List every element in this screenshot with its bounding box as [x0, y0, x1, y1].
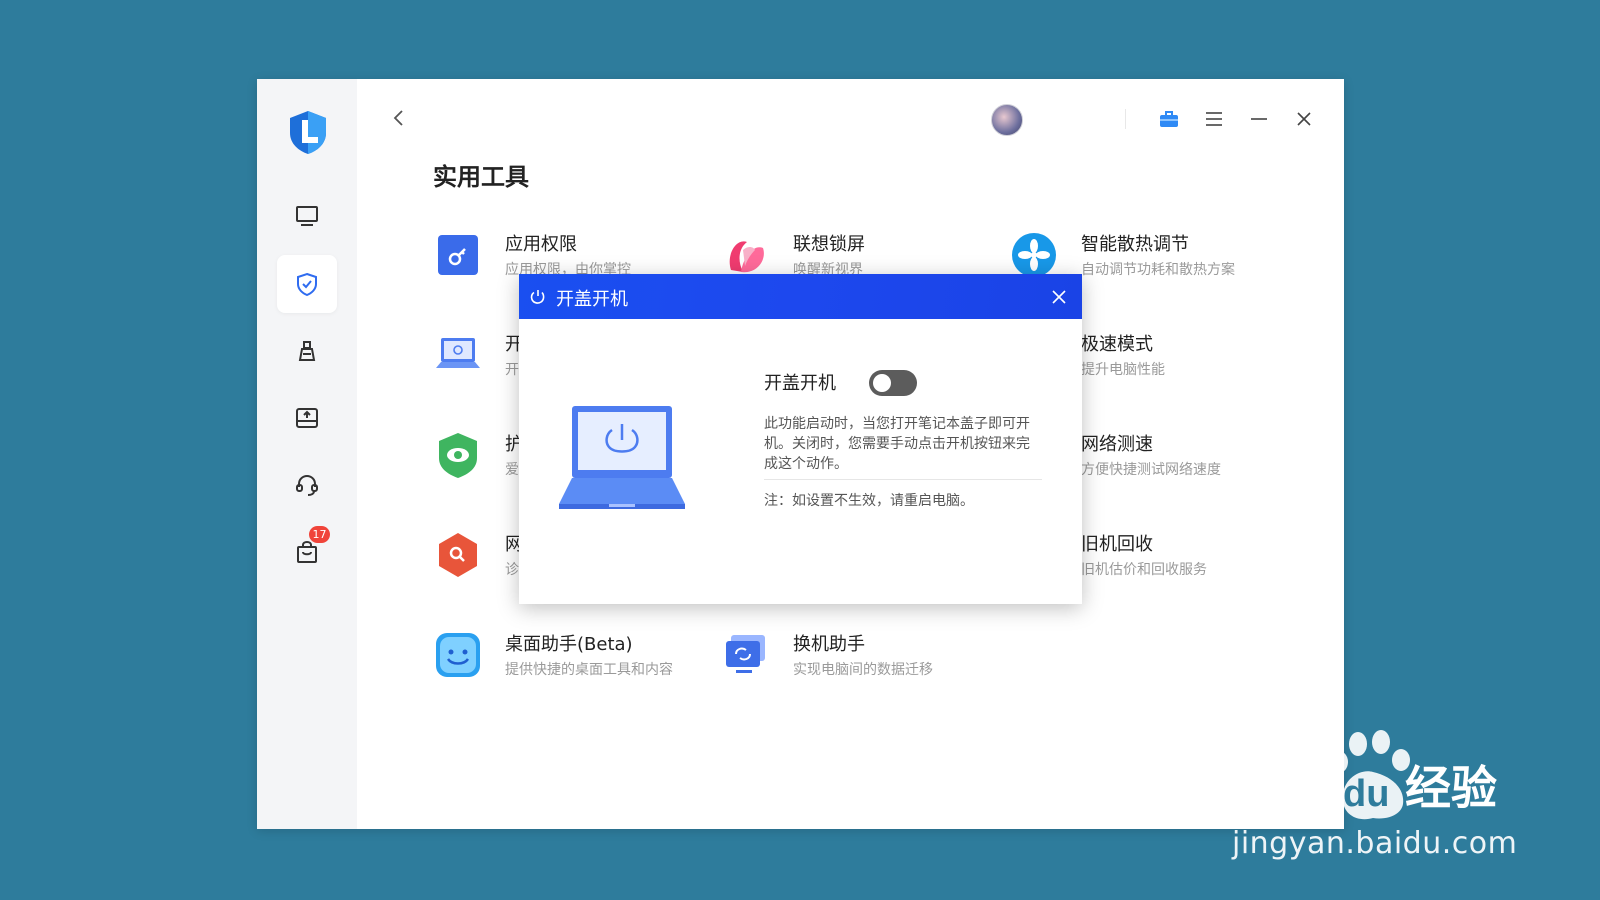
lid-open-boot-toggle[interactable] [869, 370, 917, 396]
fan-icon [1012, 233, 1056, 277]
key-icon [438, 235, 478, 275]
toggle-knob [873, 374, 891, 392]
eye-shield-icon [439, 433, 477, 478]
tool-desc: 自动调节功耗和散热方案 [1081, 262, 1235, 278]
watermark-brand2: du [1343, 773, 1389, 815]
toolbox-button[interactable] [1157, 107, 1181, 131]
setting-description: 此功能启动时，当您打开笔记本盖子即可开机。关闭时，您需要手动点击开机按钮来完成这… [764, 416, 1030, 472]
tool-migration[interactable]: 换机助手 实现电脑间的数据迁移 [721, 624, 981, 694]
watermark-brand: Bai [1225, 750, 1315, 815]
tool-desc: 旧机估价和回收服务 [1081, 562, 1207, 578]
tool-name: 智能散热调节 [1081, 234, 1189, 255]
sidebar-item-drive[interactable] [277, 389, 337, 447]
tool-name: 网络测速 [1081, 434, 1153, 455]
minimize-button[interactable] [1247, 107, 1271, 131]
laptop-illustration [559, 406, 685, 509]
dialog-title: 开盖开机 [556, 289, 628, 310]
tool-desc: 爱 [505, 462, 519, 478]
toolbar-divider [1125, 109, 1126, 129]
tool-desc: 提升电脑性能 [1081, 362, 1165, 378]
tool-name: 联想锁屏 [793, 234, 865, 255]
dialog-header: 开盖开机 [519, 274, 1082, 319]
laptop-power-icon [436, 338, 480, 368]
lockscreen-icon [729, 241, 764, 273]
sync-monitor-icon [726, 635, 765, 673]
power-icon [530, 290, 545, 304]
page-title: 实用工具 [433, 163, 529, 191]
headset-icon [296, 474, 318, 496]
smile-icon [436, 633, 480, 677]
shield-check-icon [297, 272, 317, 297]
toolbox-icon [1160, 111, 1178, 127]
sidebar-item-support[interactable] [277, 456, 337, 514]
minimize-icon [1251, 118, 1267, 120]
tool-desc: 实现电脑间的数据迁移 [793, 662, 933, 678]
close-icon [1297, 112, 1311, 126]
broom-icon [298, 341, 316, 361]
app-logo [290, 111, 326, 154]
hamburger-icon [1206, 112, 1222, 126]
user-avatar[interactable] [991, 104, 1023, 136]
tool-desc: 方便快捷测试网络速度 [1081, 462, 1221, 478]
divider [764, 479, 1042, 480]
tool-desktop-assistant[interactable]: 桌面助手(Beta) 提供快捷的桌面工具和内容 [433, 624, 693, 694]
tool-name: 旧机回收 [1081, 534, 1153, 555]
notification-badge: 17 [309, 526, 330, 543]
tool-desc: 诊 [505, 562, 519, 578]
setting-label: 开盖开机 [764, 373, 836, 394]
search-hex-icon [439, 533, 477, 577]
sidebar-item-cleanup[interactable] [277, 322, 337, 380]
tool-name: 应用权限 [505, 234, 577, 255]
sidebar-item-security[interactable] [277, 255, 337, 313]
tool-desc: 提供快捷的桌面工具和内容 [505, 662, 673, 678]
sidebar-item-monitor[interactable] [277, 187, 337, 245]
close-window-button[interactable] [1292, 107, 1316, 131]
tool-name: 极速模式 [1081, 334, 1153, 355]
tool-desc: 开 [505, 362, 519, 378]
setting-note: 注：如设置不生效，请重启电脑。 [764, 493, 974, 509]
back-arrow-icon[interactable] [387, 106, 411, 130]
menu-button[interactable] [1202, 107, 1226, 131]
sidebar-item-store[interactable]: 17 [277, 523, 337, 581]
monitor-icon [296, 206, 318, 226]
drive-upload-icon [296, 408, 318, 428]
watermark-url: jingyan.baidu.com [1232, 826, 1518, 861]
close-icon[interactable] [1048, 286, 1070, 308]
sidebar: 17 [257, 79, 357, 829]
tool-name: 换机助手 [793, 634, 865, 655]
watermark-text: 经验 [1405, 761, 1497, 815]
lid-open-boot-dialog: 开盖开机 开盖开机 此功能启动时，当您打开笔记本盖子即可开机。关闭时，您需要手动… [519, 274, 1082, 604]
tool-name: 桌面助手(Beta) [505, 634, 633, 655]
